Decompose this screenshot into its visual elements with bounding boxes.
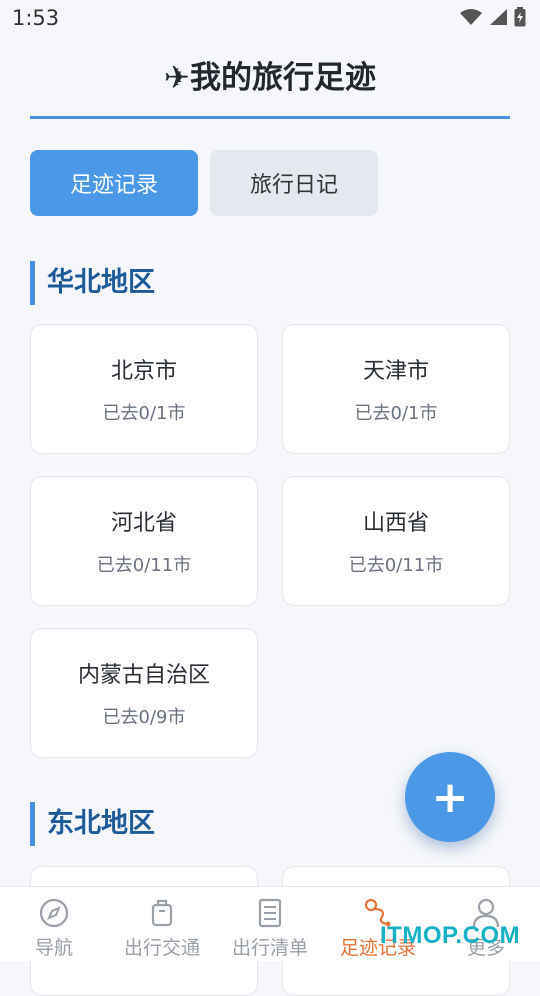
region-card-shanxi[interactable]: 山西省 已去0/11市 <box>282 476 510 606</box>
region-visit-count: 已去0/1市 <box>354 403 438 424</box>
nav-label: 出行交通 <box>123 937 200 959</box>
signal-icon <box>490 9 507 25</box>
status-icons <box>460 7 526 27</box>
region-name: 北京市 <box>110 359 177 384</box>
status-time: 1:53 <box>12 6 60 30</box>
section-title-northeast: 东北地区 <box>30 802 155 846</box>
luggage-icon <box>151 899 173 927</box>
tab-footprint-records[interactable]: 足迹记录 <box>30 150 198 216</box>
nav-item-checklist[interactable]: 出行清单 <box>216 887 324 961</box>
nav-item-navigation[interactable]: 导航 <box>0 887 108 961</box>
compass-icon <box>39 898 69 928</box>
region-card-hebei[interactable]: 河北省 已去0/11市 <box>30 476 258 606</box>
checklist-icon <box>258 898 282 928</box>
region-card-inner-mongolia[interactable]: 内蒙古自治区 已去0/9市 <box>30 628 258 758</box>
watermark: ITMOP.COM <box>380 922 521 949</box>
region-card-tianjin[interactable]: 天津市 已去0/1市 <box>282 324 510 454</box>
region-visit-count: 已去0/1市 <box>102 403 186 424</box>
nav-item-transport[interactable]: 出行交通 <box>108 887 216 961</box>
page-title: ✈我的旅行足迹 <box>164 60 376 96</box>
add-button[interactable]: + <box>405 752 495 842</box>
region-name: 内蒙古自治区 <box>77 663 210 688</box>
region-card-beijing[interactable]: 北京市 已去0/1市 <box>30 324 258 454</box>
region-visit-count: 已去0/9市 <box>102 707 186 728</box>
wifi-icon <box>460 9 482 25</box>
nav-label: 出行清单 <box>231 937 308 959</box>
title-divider <box>30 116 510 119</box>
tab-travel-diary[interactable]: 旅行日记 <box>210 150 378 216</box>
battery-icon <box>514 7 526 27</box>
region-visit-count: 已去0/11市 <box>348 555 444 576</box>
region-visit-count: 已去0/11市 <box>96 555 192 576</box>
region-name: 天津市 <box>362 359 429 384</box>
section-title-north-china: 华北地区 <box>30 261 155 305</box>
region-name: 山西省 <box>362 511 429 536</box>
status-bar: 1:53 <box>0 0 540 38</box>
nav-label: 导航 <box>34 937 73 959</box>
region-name: 河北省 <box>110 511 177 536</box>
